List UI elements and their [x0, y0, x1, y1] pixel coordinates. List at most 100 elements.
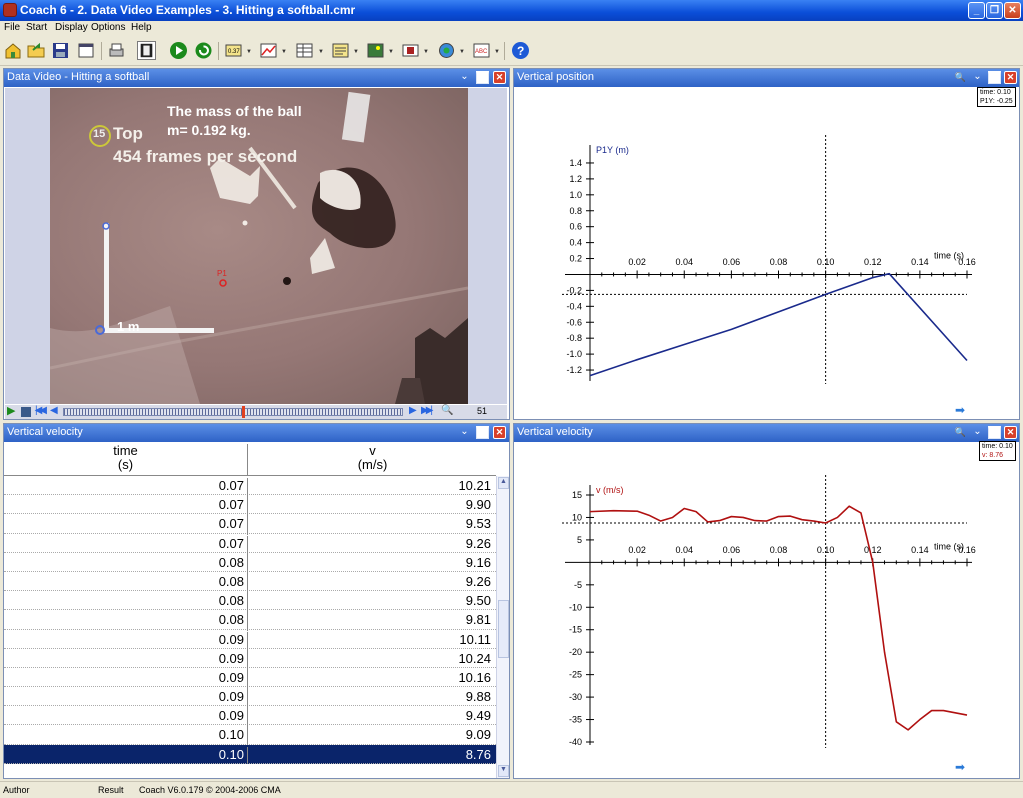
y-tick-label: -0.6 [566, 317, 582, 327]
table-row[interactable]: 0.09 10.24 [4, 649, 496, 670]
x-tick-label: 0.08 [770, 545, 788, 555]
table-row[interactable]: 0.09 10.16 [4, 668, 496, 689]
title-bar: Coach 6 - 2. Data Video Examples - 3. Hi… [0, 0, 1023, 21]
frame-slider-thumb[interactable] [242, 406, 246, 418]
save-icon[interactable] [51, 41, 70, 60]
maximize-icon[interactable] [988, 426, 1001, 439]
cell-v: 9.90 [465, 497, 491, 513]
arrow-right-icon[interactable]: ➡ [955, 403, 965, 417]
scroll-thumb[interactable] [498, 600, 509, 658]
video-frame-icon[interactable] [137, 41, 156, 60]
overlay-mass-label: The mass of the ball [167, 103, 302, 119]
table-icon[interactable] [295, 41, 314, 60]
menu-options[interactable]: Options [91, 22, 125, 33]
table-row[interactable]: 0.08 9.16 [4, 553, 496, 574]
step-back-icon[interactable]: ◀ [50, 405, 58, 416]
step-forward-icon[interactable]: ▶ [409, 405, 417, 416]
table-row[interactable]: 0.08 9.50 [4, 591, 496, 613]
velocity-tooltip: time: 0.10 v: 8.76 [979, 441, 1016, 461]
zoom-icon[interactable]: 🔍 [954, 426, 967, 439]
maximize-icon[interactable] [476, 426, 489, 439]
start-icon[interactable] [169, 41, 188, 60]
table-scrollbar[interactable]: ▲ ▼ [496, 476, 509, 778]
cell-time: 0.07 [4, 535, 248, 555]
menu-help[interactable]: Help [131, 22, 152, 33]
scale-label: 1 m [117, 319, 140, 334]
first-frame-icon[interactable]: |◀◀ [35, 405, 47, 416]
scroll-down-icon[interactable]: ▼ [498, 765, 509, 777]
video-frame[interactable]: The mass of the ball m= 0.192 kg. 15 Top… [50, 88, 468, 404]
y-tick-label: -20 [569, 647, 582, 657]
zoom-icon[interactable]: 🔍 [441, 405, 453, 416]
play-icon[interactable]: ▶ [7, 406, 18, 417]
y-tick-label: -40 [569, 737, 582, 747]
video-panel-header: Data Video - Hitting a softball ⌄ ✕ [4, 69, 509, 87]
graph-icon[interactable] [259, 41, 278, 60]
close-icon[interactable]: ✕ [1004, 71, 1017, 84]
table-row[interactable]: 0.07 9.90 [4, 495, 496, 517]
text-icon[interactable] [331, 41, 350, 60]
restore-button[interactable]: ❐ [986, 2, 1003, 19]
menu-file[interactable]: File [4, 22, 20, 33]
chevron-down-icon[interactable]: ⌄ [458, 71, 471, 84]
home-icon[interactable] [4, 41, 23, 60]
chevron-down-icon[interactable]: ⌄ [458, 426, 471, 439]
menu-start[interactable]: Start [26, 22, 47, 33]
table-row[interactable]: 0.09 9.88 [4, 687, 496, 709]
chevron-down-icon[interactable]: ⌄ [971, 426, 984, 439]
position-graph-title: Vertical position [517, 71, 595, 83]
table-row[interactable]: 0.07 10.21 [4, 476, 496, 497]
open-folder-icon[interactable] [27, 41, 46, 60]
window-title: Coach 6 - 2. Data Video Examples - 3. Hi… [20, 3, 356, 17]
table-row[interactable]: 0.08 9.81 [4, 610, 496, 632]
table-row[interactable]: 0.10 8.76 [4, 744, 496, 764]
table-row[interactable]: 0.09 10.11 [4, 630, 496, 651]
minimize-button[interactable]: _ [968, 2, 985, 19]
close-icon[interactable]: ✕ [493, 71, 506, 84]
cell-time: 0.08 [4, 573, 248, 593]
properties-icon[interactable] [77, 41, 96, 60]
scroll-up-icon[interactable]: ▲ [498, 477, 509, 489]
position-chart[interactable]: 0.02 0.04 0.06 0.08 0.10 0.12 0.14 0.161.41.21.… [514, 87, 1019, 419]
close-icon[interactable]: ✕ [1004, 426, 1017, 439]
data-line [589, 272, 968, 377]
cell-time: 0.10 [4, 746, 248, 764]
last-frame-icon[interactable]: ▶▶| [421, 405, 433, 416]
frame-slider[interactable] [63, 406, 403, 418]
cell-time: 0.07 [4, 516, 248, 536]
help-icon[interactable]: ? [511, 41, 530, 60]
table-row[interactable]: 0.07 9.53 [4, 514, 496, 536]
table-row[interactable]: 0.09 9.49 [4, 706, 496, 728]
reset-icon[interactable] [194, 41, 213, 60]
menu-display[interactable]: Display [55, 22, 88, 33]
cell-time: 0.07 [4, 497, 248, 517]
close-button[interactable]: ✕ [1004, 2, 1021, 19]
table-row[interactable]: 0.07 9.26 [4, 534, 496, 555]
video-icon[interactable] [401, 41, 420, 60]
stop-icon[interactable] [21, 407, 31, 417]
velocity-chart[interactable]: 0.02 0.04 0.06 0.08 0.10 0.12 0.14 0.1615105-5-… [514, 442, 1019, 778]
abc-icon[interactable]: ABC [472, 41, 491, 60]
arrow-right-icon[interactable]: ➡ [955, 760, 965, 774]
y-tick-label: 0.8 [569, 206, 582, 216]
close-icon[interactable]: ✕ [493, 426, 506, 439]
table-row[interactable]: 0.10 9.09 [4, 725, 496, 747]
x-tick-label: 0.06 [723, 545, 741, 555]
x-tick-label: 0.02 [628, 257, 646, 267]
cell-v: 10.16 [458, 669, 491, 685]
zoom-icon[interactable]: 🔍 [954, 71, 967, 84]
column-name-time: time [113, 443, 138, 458]
maximize-icon[interactable] [988, 71, 1001, 84]
y-tick-label: 10 [572, 512, 582, 522]
table-row[interactable]: 0.08 9.26 [4, 572, 496, 593]
column-header-time[interactable]: time (s) [4, 444, 248, 476]
column-header-v[interactable]: v (m/s) [249, 444, 496, 472]
meter-icon[interactable]: 0.37 [224, 41, 243, 60]
chevron-down-icon[interactable]: ⌄ [971, 71, 984, 84]
maximize-icon[interactable] [476, 71, 489, 84]
simulation-icon[interactable] [437, 41, 456, 60]
video-panel-title: Data Video - Hitting a softball [7, 71, 150, 83]
picture-icon[interactable] [366, 41, 385, 60]
y-tick-label: 1.0 [569, 190, 582, 200]
print-icon[interactable] [107, 41, 126, 60]
